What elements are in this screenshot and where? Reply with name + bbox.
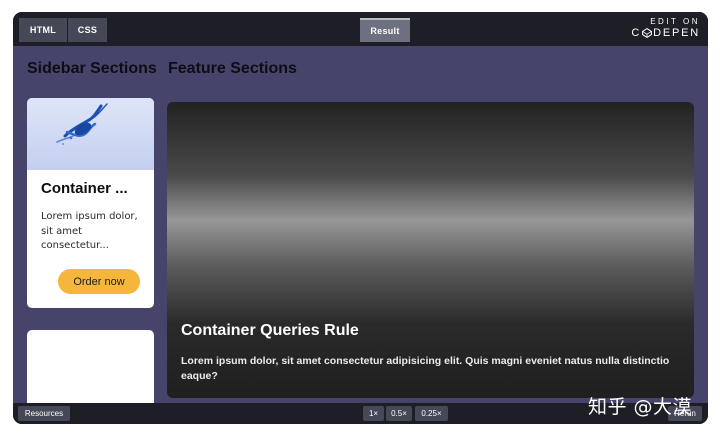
zoom-1x-button[interactable]: 1× [363,406,384,421]
codepen-logo-icon [642,28,652,38]
card-description: Lorem ipsum dolor, sit amet consectetur.… [41,211,138,251]
codepen-embed: HTML CSS Result EDIT ON C DEPEN Sidebar … [13,12,708,424]
editor-topbar: HTML CSS Result EDIT ON C DEPEN [13,12,708,46]
result-preview: Sidebar Sections Feature Sections Contai… [13,46,708,410]
brand-edit-on: EDIT ON [650,17,700,26]
sidebar-card: Container ... Lorem ipsum dolor, sit ame… [27,98,154,308]
feature-title: Container Queries Rule [181,322,359,339]
zoom-025x-button[interactable]: 0.25× [415,406,448,421]
sidebar-sections-heading: Sidebar Sections [27,60,157,77]
tab-result[interactable]: Result [360,18,410,42]
feature-card: Container Queries Rule Lorem ipsum dolor… [167,102,694,398]
brand-depen: DEPEN [653,27,700,39]
zoom-05x-button[interactable]: 0.5× [386,406,412,421]
tab-html[interactable]: HTML [19,18,67,42]
resources-button[interactable]: Resources [18,406,70,421]
order-now-button[interactable]: Order now [58,269,140,294]
brand-c: C [631,27,642,39]
zhihu-watermark: 知乎 @大漠 [588,396,693,418]
brand-codepen: C DEPEN [628,27,700,39]
tab-css[interactable]: CSS [68,18,107,42]
edit-on-codepen-link[interactable]: EDIT ON C DEPEN [628,17,700,39]
feature-sections-heading: Feature Sections [168,60,297,77]
sidebar-card-partial [27,330,154,410]
card-title: Container ... [41,180,128,197]
card-image [27,98,154,170]
feature-description: Lorem ipsum dolor, sit amet consectetur … [181,355,670,382]
swimmer-illustration [56,103,108,145]
